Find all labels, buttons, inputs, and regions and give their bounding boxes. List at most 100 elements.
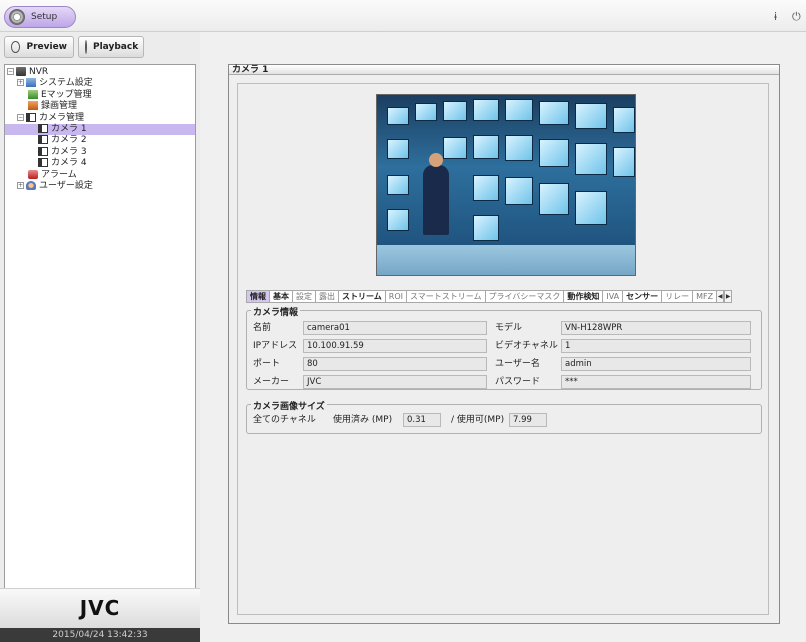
tree-item-system[interactable]: + システム設定 (5, 78, 195, 89)
tab-sensor[interactable]: センサー (622, 290, 662, 303)
tree-item-user-settings[interactable]: + ユーザー設定 (5, 180, 195, 192)
person-figure (423, 165, 449, 235)
tab-roi[interactable]: ROI (384, 290, 406, 303)
password-label: パスワード (495, 377, 541, 387)
preview-button[interactable]: Preview (4, 36, 74, 58)
map-icon (28, 89, 38, 99)
power-icon[interactable]: ⏻ (792, 10, 801, 24)
port-field[interactable]: 80 (303, 357, 487, 371)
tree-label: カメラ 3 (51, 146, 87, 157)
camera-icon (26, 112, 36, 122)
port-label: ポート (253, 359, 281, 369)
tree-item-emap[interactable]: Eマップ管理 (5, 89, 195, 101)
tab-settings[interactable]: 設定 (292, 290, 315, 303)
tree-item-alarm[interactable]: アラーム (5, 169, 195, 181)
ip-field[interactable]: 10.100.91.59 (303, 339, 487, 353)
tab-basic[interactable]: 基本 (269, 290, 292, 303)
name-field[interactable]: camera01 (303, 321, 487, 335)
tab-motion-detection[interactable]: 動作検知 (563, 290, 603, 303)
system-icon (26, 78, 36, 88)
device-tree[interactable]: − NVR + システム設定 Eマップ管理 録画管理 − カメラ管理 カメラ 1 カメ… (4, 64, 196, 620)
preview-label: Preview (26, 42, 67, 52)
camera-settings-panel: カメラ 1 情報 基本 設定 露出 ストリーム ROI スマートストリーム プラ… (228, 64, 780, 624)
film-reel-icon (85, 40, 87, 54)
name-label: 名前 (253, 323, 272, 333)
username-field[interactable]: admin (561, 357, 751, 371)
gear-icon (9, 9, 25, 25)
arrow-left-icon[interactable]: ◀ (716, 290, 725, 303)
tab-stream[interactable]: ストリーム (338, 290, 385, 303)
model-field[interactable]: VN-H128WPR (561, 321, 751, 335)
left-panel: Preview Playback − NVR + システム設定 Eマップ管理 録画管… (0, 32, 200, 642)
tab-scroll: ◀ ▶ (716, 290, 733, 303)
tab-privacy-mask[interactable]: プライバシーマスク (484, 290, 564, 303)
tree-label: カメラ 1 (51, 123, 87, 134)
camera-settings-content: 情報 基本 設定 露出 ストリーム ROI スマートストリーム プライバシーマス… (237, 83, 769, 615)
panel-title: カメラ 1 (229, 65, 779, 75)
nvr-icon (16, 67, 26, 76)
used-mp-label: 使用済み (MP) (333, 415, 393, 425)
user-icon (26, 180, 36, 190)
top-bar: Setup ɨ ⏻ (0, 0, 806, 32)
head-shape (429, 153, 443, 167)
alarm-icon (28, 169, 38, 179)
collapse-icon[interactable]: − (17, 113, 24, 121)
camera-preview-image (376, 94, 636, 276)
tree-item-camera-2[interactable]: カメラ 2 (5, 135, 195, 146)
info-icon[interactable]: ɨ (774, 10, 777, 23)
used-mp-field[interactable]: 0.31 (403, 413, 441, 427)
setup-tab[interactable]: Setup (4, 6, 76, 28)
model-label: モデル (495, 323, 523, 333)
tree-label: システム設定 (39, 78, 93, 89)
available-mp-label: / 使用可(MP) (451, 415, 505, 425)
tree-item-camera-management[interactable]: − カメラ管理 (5, 112, 195, 124)
tree-label: ユーザー設定 (39, 180, 93, 191)
camera-icon (38, 158, 48, 168)
video-channel-label: ビデオチャネル (495, 341, 558, 351)
arrow-right-icon[interactable]: ▶ (724, 290, 733, 303)
recording-icon (28, 101, 38, 111)
playback-label: Playback (93, 42, 139, 52)
tab-mfz[interactable]: MFZ (692, 290, 717, 303)
tab-relay[interactable]: リレー (661, 290, 693, 303)
maker-field[interactable]: JVC (303, 375, 487, 389)
tree-label: アラーム (41, 169, 77, 180)
tab-smart-stream[interactable]: スマートストリーム (405, 290, 485, 303)
brand-area: JVC (0, 588, 200, 628)
jvc-logo: JVC (79, 596, 121, 620)
username-label: ユーザー名 (495, 359, 540, 369)
maker-label: メーカー (253, 377, 290, 387)
camera-icon (38, 123, 48, 133)
collapse-icon[interactable]: − (7, 68, 14, 75)
channels-row: 全てのチャネル 使用済み (MP) 0.31 / 使用可(MP) 7.99 (247, 413, 761, 427)
camera-info-group: カメラ情報 名前 camera01 モデル VN-H128WPR IPアドレス … (246, 305, 762, 390)
playback-button[interactable]: Playback (78, 36, 144, 58)
maker-row: メーカー JVC パスワード *** (247, 375, 761, 389)
available-mp-field[interactable]: 7.99 (509, 413, 547, 427)
eye-icon (11, 41, 21, 53)
video-channel-field[interactable]: 1 (561, 339, 751, 353)
setup-label: Setup (31, 12, 58, 22)
tree-label: Eマップ管理 (41, 89, 92, 100)
tab-exposure[interactable]: 露出 (315, 290, 338, 303)
datetime-display: 2015/04/24 13:42:33 (0, 628, 200, 642)
mode-bar: Preview Playback (4, 36, 196, 60)
tree-item-camera-3[interactable]: カメラ 3 (5, 146, 195, 158)
tree-item-camera-4[interactable]: カメラ 4 (5, 158, 195, 169)
name-row: 名前 camera01 モデル VN-H128WPR (247, 321, 761, 335)
tree-label: カメラ 4 (51, 158, 87, 169)
tree-item-recording[interactable]: 録画管理 (5, 101, 195, 112)
tab-iva[interactable]: IVA (602, 290, 623, 303)
tree-item-nvr[interactable]: − NVR (5, 67, 195, 78)
all-channels-label: 全てのチャネル (253, 415, 316, 425)
tree-label: NVR (29, 67, 49, 77)
port-row: ポート 80 ユーザー名 admin (247, 357, 761, 371)
password-field[interactable]: *** (561, 375, 751, 389)
expand-icon[interactable]: + (17, 181, 24, 189)
camera-icon (38, 135, 48, 145)
camera-info-title: カメラ情報 (251, 305, 301, 318)
tab-info[interactable]: 情報 (246, 290, 269, 303)
tree-item-camera-1[interactable]: カメラ 1 (5, 123, 195, 136)
ip-row: IPアドレス 10.100.91.59 ビデオチャネル 1 (247, 339, 761, 353)
expand-icon[interactable]: + (17, 79, 24, 87)
